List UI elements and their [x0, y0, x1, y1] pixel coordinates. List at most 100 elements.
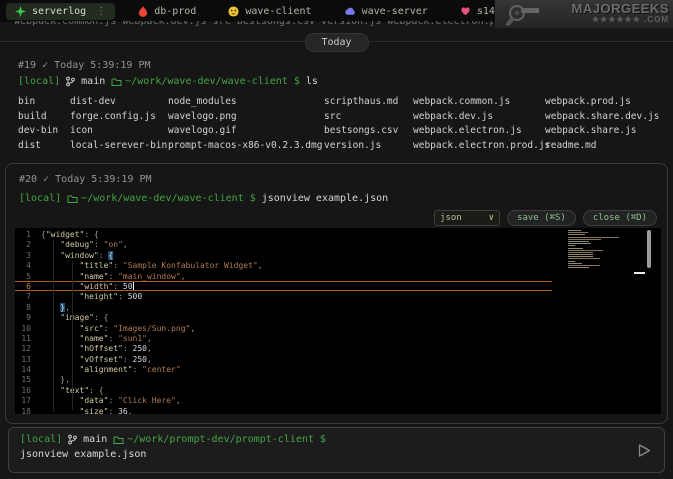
command-number: #20: [19, 174, 37, 185]
line-number: 18: [15, 407, 41, 414]
watermark-sub: ★★★★★★ .COM: [541, 14, 669, 25]
file-name: build: [18, 111, 70, 122]
code-line[interactable]: 11 "name": "sun1",: [15, 333, 552, 343]
git-branch-name: main: [83, 434, 107, 445]
code-text: "window": {: [41, 251, 113, 259]
code-text: "height": 500: [41, 292, 142, 300]
file-name: webpack.electron.prod.js: [413, 140, 545, 151]
send-command-icon[interactable]: [636, 442, 653, 459]
code-line[interactable]: 5 "name": "main_window",: [15, 271, 552, 281]
code-line[interactable]: 12 "hOffset": 250,: [15, 343, 552, 353]
file-name: src: [324, 111, 413, 122]
code-line[interactable]: 8 },: [15, 302, 552, 312]
date-divider: Today: [0, 33, 673, 53]
cloud-icon: [344, 6, 356, 16]
file-name: dist-dev: [70, 96, 168, 107]
code-line[interactable]: 14 "alignment": "center": [15, 364, 552, 374]
tab-db-prod[interactable]: db-prod: [129, 3, 205, 20]
line-number: 1: [15, 230, 41, 238]
code-line[interactable]: 7 "height": 500: [15, 291, 552, 301]
majorgeeks-watermark: MAJORGEEKS ★★★★★★ .COM: [495, 0, 673, 28]
file-name: bin: [18, 96, 70, 107]
file-name: icon: [70, 125, 168, 136]
command-number: #19: [18, 60, 36, 71]
watermark-title: MAJORGEEKS: [541, 3, 669, 14]
file-name: dev-bin: [18, 125, 70, 136]
file-name: webpack.share.js: [545, 125, 667, 136]
prompt-line: [local] ~/work/wave-dev/wave-client $ js…: [19, 193, 388, 204]
code-line[interactable]: 18 "size": 36,: [15, 406, 552, 414]
minimap-line: [568, 234, 585, 235]
code-line[interactable]: 9 "image": {: [15, 312, 552, 322]
text-cursor: [133, 282, 134, 290]
code-line[interactable]: 1{"widget": {: [15, 229, 552, 239]
folder-icon: [67, 194, 78, 204]
face-icon: [228, 6, 239, 17]
command-timestamp: Today 5:39:19 PM: [54, 60, 150, 71]
code-line[interactable]: 2 "debug": "on",: [15, 239, 552, 249]
line-number: 11: [15, 334, 41, 342]
code-line[interactable]: 17 "data": "Click Here",: [15, 395, 552, 405]
code-text: "src": "Images/Sun.png",: [41, 324, 195, 332]
file-name: scripthaus.md: [324, 96, 413, 107]
code-line[interactable]: 13 "vOffset": 250,: [15, 354, 552, 364]
code-text: },: [41, 303, 70, 311]
code-line[interactable]: 3 "window": {: [15, 250, 552, 260]
line-number: 13: [15, 355, 41, 363]
command-text: ls: [306, 76, 318, 87]
code-line[interactable]: 15 },: [15, 374, 552, 384]
line-number: 12: [15, 344, 41, 352]
mode-dropdown[interactable]: json ∨: [434, 210, 500, 226]
code-text: "size": 36,: [41, 407, 133, 414]
line-number: 6: [15, 282, 41, 290]
json-editor[interactable]: 1{"widget": {2 "debug": "on",3 "window":…: [15, 228, 661, 414]
host-label: [local]: [19, 193, 61, 204]
folder-icon: [113, 435, 124, 445]
tab-wave-client[interactable]: wave-client: [219, 3, 320, 20]
clipped-text: webpack.common.js webpack.dev.js src bes…: [14, 21, 493, 27]
cwd-path: ~/work/wave-dev/wave-client: [81, 193, 244, 204]
file-name: wavelogo.png: [168, 111, 324, 122]
indent-guide: [72, 261, 73, 410]
input-prompt-line: [local] main ~/work/prompt-dev/prompt-cl…: [20, 434, 630, 445]
minimap[interactable]: [566, 228, 648, 414]
prompt-char: $: [250, 193, 256, 204]
cwd-path: ~/work/prompt-dev/prompt-client: [127, 434, 314, 445]
prompt-line: [local] main ~/work/wave-dev/wave-client…: [18, 76, 667, 87]
success-check-icon: ✓: [43, 174, 49, 185]
close-button[interactable]: close (⌘D): [583, 210, 657, 226]
code-text: "vOffset": 250,: [41, 355, 152, 363]
editor-scrollbar[interactable]: [647, 230, 651, 268]
line-number: 10: [15, 324, 41, 332]
file-name: webpack.prod.js: [545, 96, 667, 107]
code-line[interactable]: 16 "text": {: [15, 385, 552, 395]
file-name: webpack.common.js: [413, 96, 545, 107]
chevron-down-icon: ∨: [489, 213, 494, 223]
tab-menu-icon[interactable]: ⋮: [96, 6, 106, 17]
indent-guide: [53, 240, 54, 412]
command-block-20[interactable]: #20 ✓ Today 5:39:19 PM [local] ~/work/wa…: [5, 163, 668, 424]
line-number: 7: [15, 292, 41, 300]
command-input-box[interactable]: [local] main ~/work/prompt-dev/prompt-cl…: [8, 427, 665, 473]
line-number: 3: [15, 251, 41, 259]
code-line[interactable]: 6 "width": 50: [15, 281, 552, 291]
code-lines: 1{"widget": {2 "debug": "on",3 "window":…: [15, 229, 552, 414]
prompt-char: $: [294, 76, 300, 87]
tab-wave-server[interactable]: wave-server: [335, 3, 437, 20]
line-number: 2: [15, 240, 41, 248]
code-line[interactable]: 4 "title": "Sample Konfabulator Widget",: [15, 260, 552, 270]
tab-serverlog[interactable]: serverlog ⋮: [6, 3, 115, 20]
minimap-line: [568, 254, 593, 255]
typed-command[interactable]: jsonview example.json: [20, 449, 630, 460]
code-text: "debug": "on",: [41, 240, 128, 248]
code-line[interactable]: 10 "src": "Images/Sun.png",: [15, 323, 552, 333]
tab-label: serverlog: [32, 6, 86, 17]
minimap-line: [568, 256, 593, 257]
tab-label: db-prod: [154, 6, 196, 17]
file-name: local-serever-bin: [70, 140, 168, 151]
success-check-icon: ✓: [42, 60, 48, 71]
tab-label: s14: [477, 6, 495, 17]
watermark-stars: ★★★★★★: [592, 15, 641, 24]
line-number: 8: [15, 303, 41, 311]
save-button[interactable]: save (⌘S): [507, 210, 576, 226]
